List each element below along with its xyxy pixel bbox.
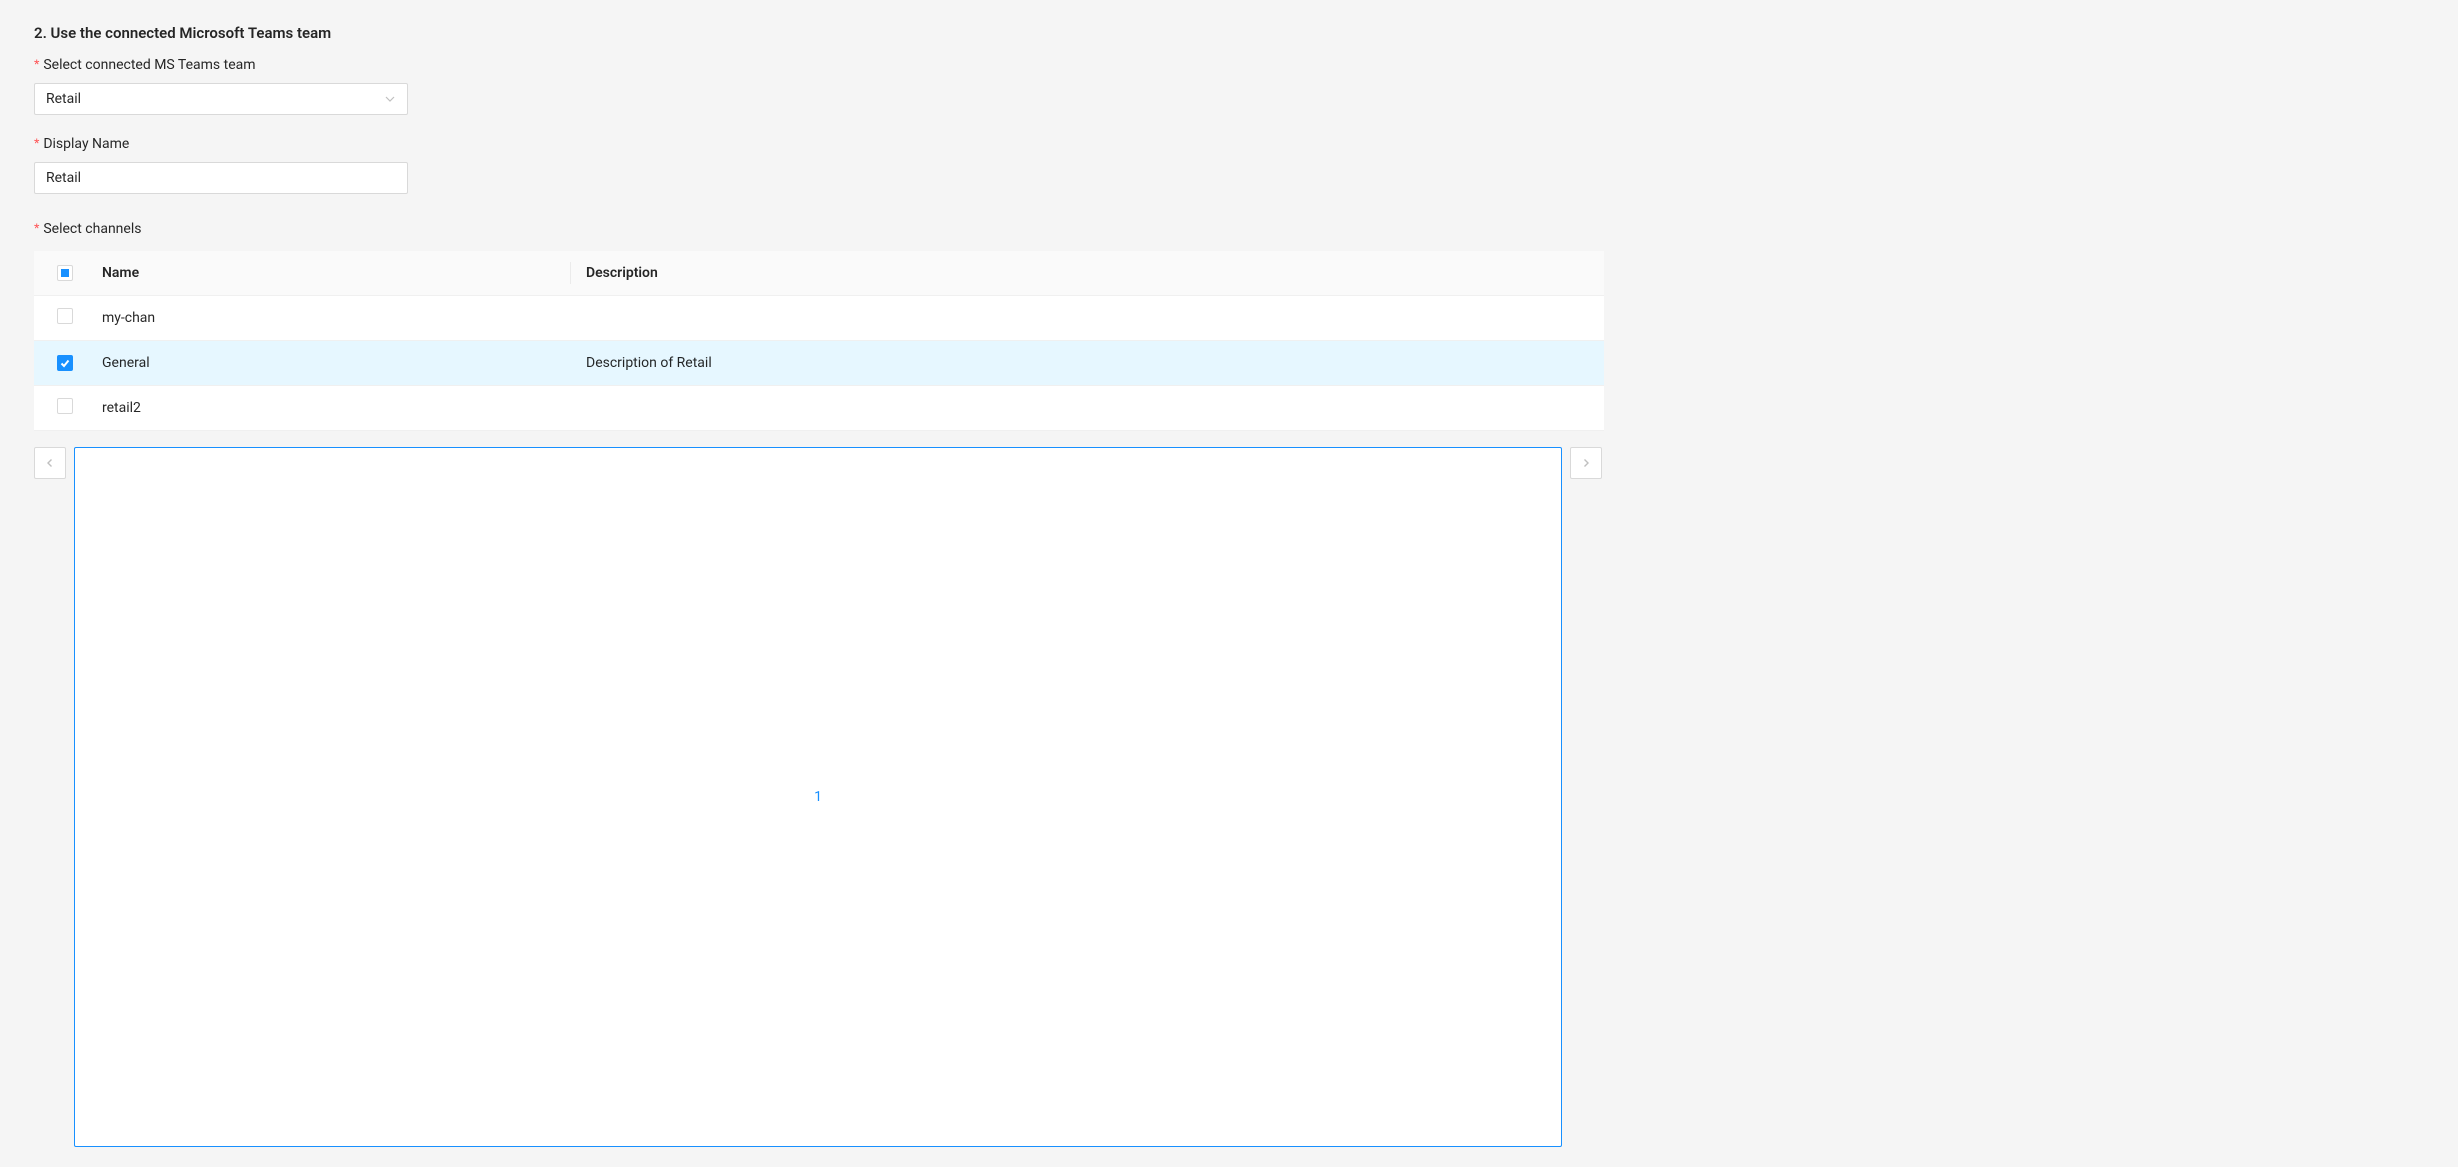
channels-table: Name Description my-chan (34, 251, 1604, 431)
display-name-input[interactable] (34, 162, 408, 194)
column-header-name: Name (86, 251, 570, 296)
cell-description (570, 296, 1604, 341)
table-row[interactable]: retail2 (34, 386, 1604, 431)
cell-name: General (86, 341, 570, 386)
column-header-description: Description (570, 251, 1604, 296)
chevron-left-icon (45, 458, 55, 468)
pagination-next-button[interactable] (1570, 447, 1602, 479)
pagination: 1 (34, 447, 1604, 1147)
row-checkbox[interactable] (57, 355, 73, 371)
section-heading: 2. Use the connected Microsoft Teams tea… (34, 24, 1604, 42)
row-checkbox[interactable] (57, 398, 73, 414)
select-all-checkbox[interactable] (57, 265, 73, 281)
field-display-name: Display Name (34, 135, 1604, 194)
team-select-label: Select connected MS Teams team (34, 56, 1604, 73)
table-row[interactable]: my-chan (34, 296, 1604, 341)
pagination-page-1[interactable]: 1 (74, 447, 1562, 1147)
team-select[interactable]: Retail (34, 83, 408, 115)
display-name-label: Display Name (34, 135, 1604, 152)
chevron-down-icon (384, 93, 396, 105)
cell-name: retail2 (86, 386, 570, 431)
cell-description (570, 386, 1604, 431)
team-select-value: Retail (46, 91, 81, 107)
cell-name: my-chan (86, 296, 570, 341)
form-section: 2. Use the connected Microsoft Teams tea… (0, 0, 1638, 1167)
table-header-row: Name Description (34, 251, 1604, 296)
pagination-prev-button[interactable] (34, 447, 66, 479)
table-row[interactable]: General Description of Retail (34, 341, 1604, 386)
field-team: Select connected MS Teams team Retail (34, 56, 1604, 115)
chevron-right-icon (1581, 458, 1591, 468)
cell-description: Description of Retail (570, 341, 1604, 386)
row-checkbox[interactable] (57, 308, 73, 324)
channels-label: Select channels (34, 220, 1604, 237)
